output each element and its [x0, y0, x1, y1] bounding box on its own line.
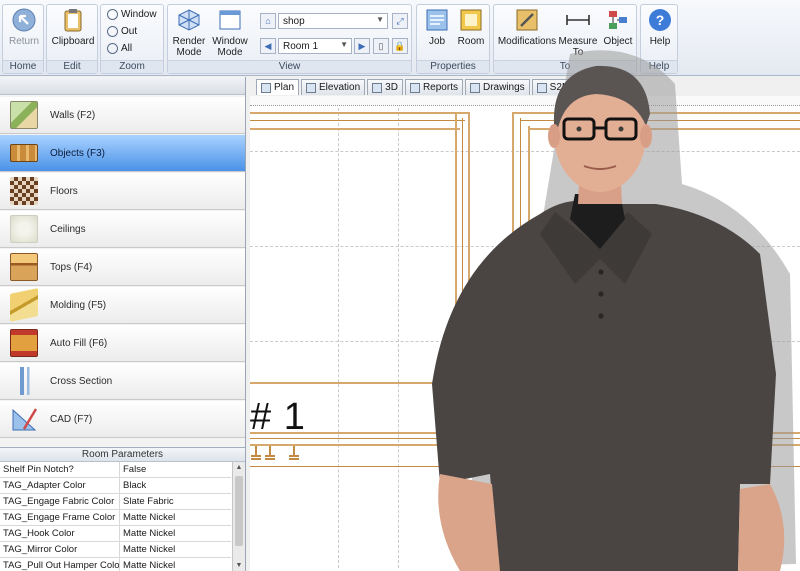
lock-icon[interactable]: 🔒 — [392, 38, 408, 54]
return-icon — [11, 7, 37, 33]
previous-room-button[interactable]: ◀ — [260, 38, 276, 54]
edit-group-label: Edit — [47, 60, 97, 73]
clipboard-icon — [60, 7, 86, 33]
molding-icon — [10, 288, 38, 322]
fixture-marker — [264, 446, 276, 460]
fixture-marker — [288, 446, 300, 460]
render-mode-icon — [176, 7, 202, 33]
parameter-row[interactable]: TAG_Engage Frame Color Matte Nickel — [0, 510, 231, 526]
category-tops[interactable]: Tops (F4) — [0, 249, 245, 286]
room-select[interactable]: Room 1 ▼ — [278, 38, 352, 54]
grid-line — [338, 108, 339, 568]
zoom-all-button[interactable]: All — [107, 43, 132, 54]
zoom-out-icon — [107, 26, 118, 37]
render-mode-button[interactable]: Render Mode — [170, 7, 208, 58]
view-group: Render Mode Window Mode ⌂ shop ▼ ⤢ ◀ Roo… — [167, 4, 412, 74]
object-icon — [605, 7, 631, 33]
next-room-button[interactable]: ▶ — [354, 38, 370, 54]
category-ceilings[interactable]: Ceilings — [0, 211, 245, 248]
modifications-icon — [514, 7, 540, 33]
window-mode-button[interactable]: Window Mode — [210, 7, 250, 58]
help-button[interactable]: ? Help — [643, 7, 677, 47]
job-button[interactable]: Job — [421, 7, 453, 47]
tab-3d[interactable]: 3D — [367, 79, 403, 95]
category-floors[interactable]: Floors — [0, 173, 245, 210]
parameter-row[interactable]: TAG_Hook Color Matte Nickel — [0, 526, 231, 542]
cad-icon — [10, 405, 38, 433]
location-select[interactable]: shop ▼ — [278, 13, 388, 29]
measure-icon — [565, 7, 591, 33]
home-group-label: Home — [3, 60, 43, 73]
category-objects[interactable]: Objects (F3) — [0, 135, 245, 172]
chevron-down-icon: ▼ — [340, 40, 348, 49]
scrollbar-thumb[interactable] — [235, 476, 243, 546]
3d-icon — [372, 82, 383, 93]
tab-elevation[interactable]: Elevation — [301, 79, 366, 95]
ceilings-icon — [10, 215, 38, 243]
zoom-window-button[interactable]: Window — [107, 9, 157, 20]
room-parameters-title: Room Parameters — [0, 448, 245, 462]
category-auto-fill[interactable]: Auto Fill (F6) — [0, 325, 245, 362]
room-button[interactable]: Room — [455, 7, 487, 47]
edit-group: Clipboard Edit — [46, 4, 98, 74]
panel-header — [0, 77, 245, 95]
parameter-row[interactable]: TAG_Engage Fabric Color Slate Fabric — [0, 494, 231, 510]
objects-icon — [10, 144, 38, 162]
zoom-window-icon — [107, 9, 118, 20]
clipboard-button[interactable]: Clipboard — [51, 7, 95, 47]
view-group-label: View — [168, 60, 411, 73]
object-button[interactable]: Object — [600, 7, 636, 47]
room-icon — [458, 7, 484, 33]
plan-icon — [261, 82, 271, 93]
room-parameters-panel: Room Parameters Shelf Pin Notch? False T… — [0, 447, 245, 571]
presenter-photo — [420, 44, 800, 571]
reports-icon — [409, 82, 420, 93]
modifications-button[interactable]: Modifications — [496, 7, 558, 47]
tops-icon — [10, 253, 38, 281]
auto-fill-icon — [10, 329, 38, 357]
cross-section-icon — [10, 367, 38, 395]
room-label: # 1 — [250, 396, 306, 438]
expand-icon[interactable]: ⤢ — [392, 13, 408, 29]
return-button[interactable]: Return — [7, 7, 41, 47]
zoom-out-button[interactable]: Out — [107, 26, 137, 37]
elevation-icon — [306, 82, 317, 93]
grid-line — [398, 108, 399, 568]
home-group: Return Home — [2, 4, 44, 74]
tab-plan[interactable]: Plan — [256, 79, 300, 95]
parameters-scrollbar[interactable]: ▲ ▼ — [232, 462, 245, 571]
category-walls[interactable]: Walls (F2) — [0, 97, 245, 134]
parameter-row[interactable]: TAG_Adapter Color Black — [0, 478, 231, 494]
new-page-icon[interactable]: ▯ — [373, 38, 389, 54]
window-mode-icon — [217, 7, 243, 33]
location-icon[interactable]: ⌂ — [260, 13, 276, 29]
category-panel: Walls (F2) Objects (F3) Floors Ceilings … — [0, 77, 246, 571]
help-icon: ? — [647, 7, 673, 33]
walls-icon — [10, 101, 38, 129]
parameter-row[interactable]: Shelf Pin Notch? False — [0, 462, 231, 478]
zoom-all-icon — [107, 43, 118, 54]
category-cross-section[interactable]: Cross Section — [0, 363, 245, 400]
fixture-marker — [250, 446, 262, 460]
job-icon — [424, 7, 450, 33]
category-cad[interactable]: CAD (F7) — [0, 401, 245, 438]
scroll-up-icon[interactable]: ▲ — [233, 462, 245, 474]
parameter-row[interactable]: TAG_Pull Out Hamper Color Matte Nickel — [0, 558, 231, 571]
zoom-group: Window Out All Zoom — [100, 4, 164, 74]
category-molding[interactable]: Molding (F5) — [0, 287, 245, 324]
zoom-group-label: Zoom — [101, 60, 163, 73]
svg-text:?: ? — [656, 12, 665, 28]
parameter-row[interactable]: TAG_Mirror Color Matte Nickel — [0, 542, 231, 558]
chevron-down-icon: ▼ — [376, 15, 384, 24]
floors-icon — [10, 177, 38, 205]
scroll-down-icon[interactable]: ▼ — [233, 560, 245, 571]
